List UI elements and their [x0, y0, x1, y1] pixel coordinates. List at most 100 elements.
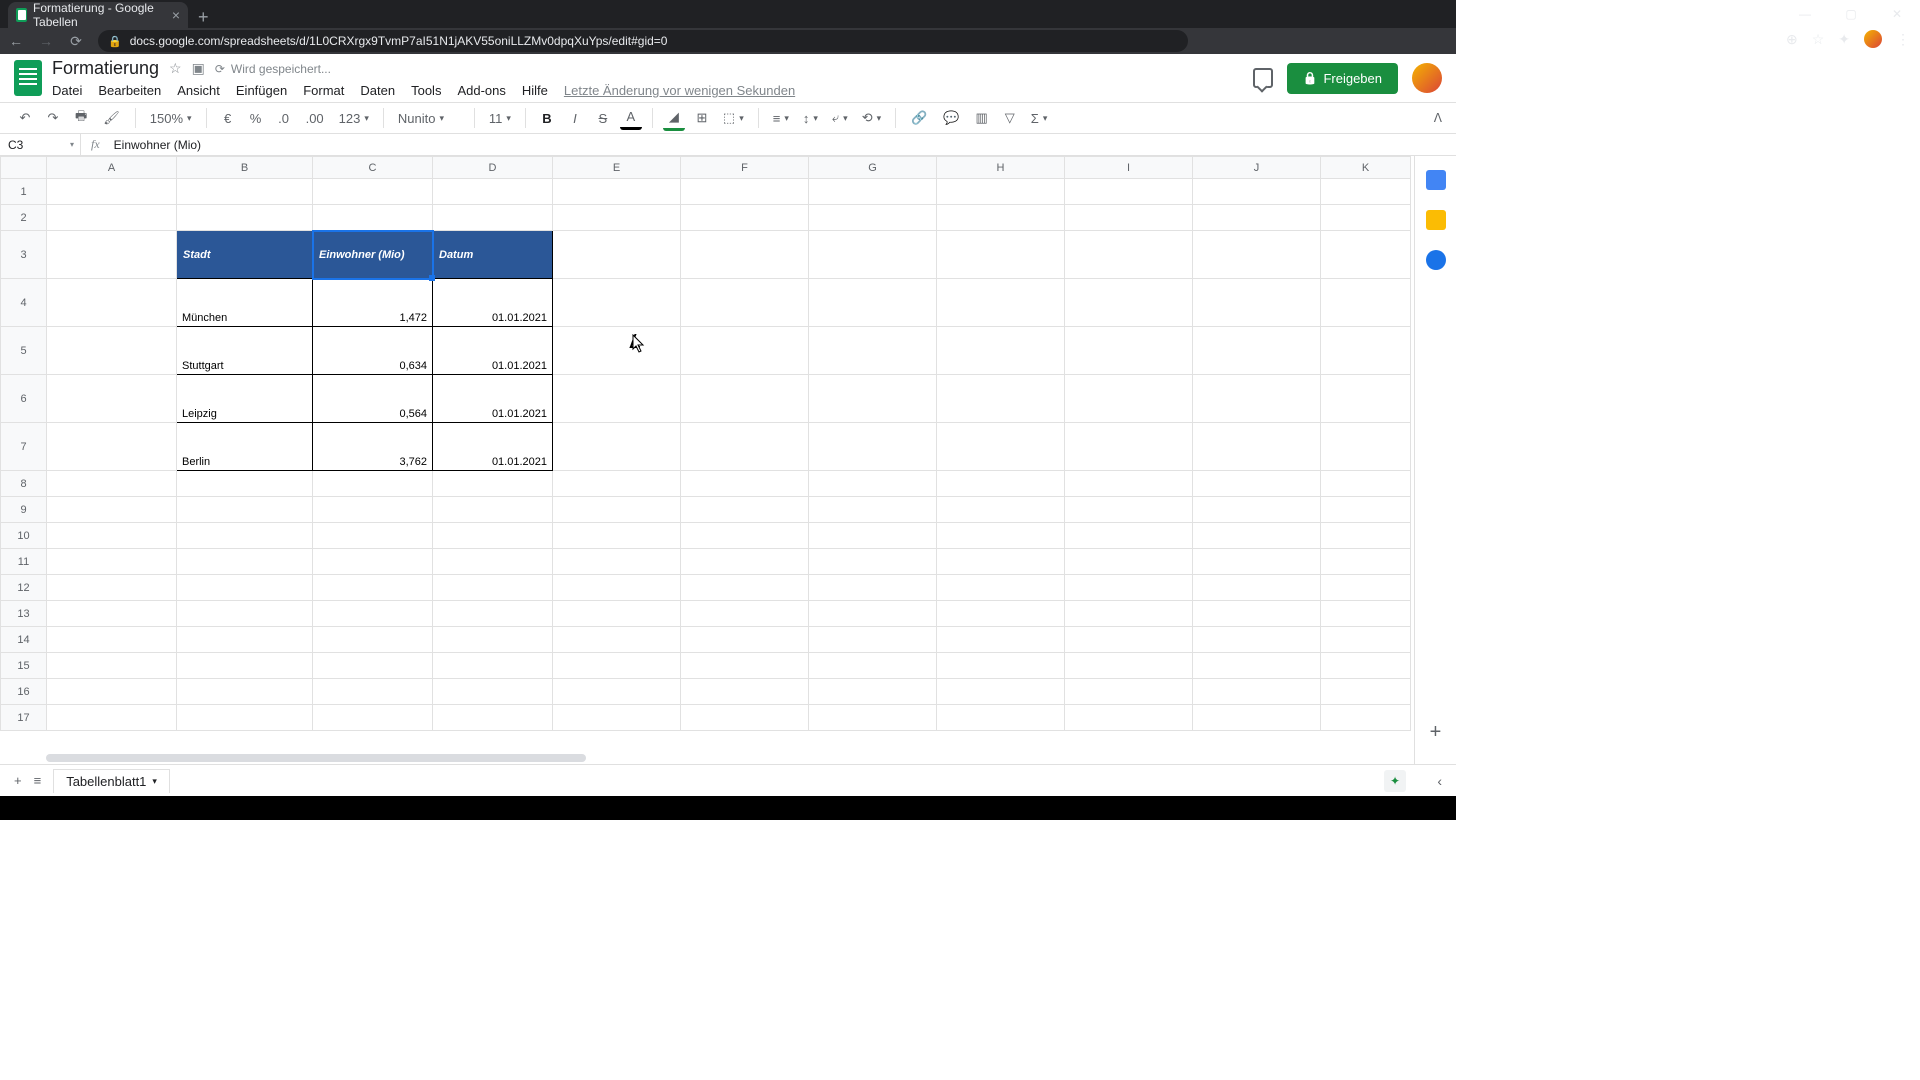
insert-link-button[interactable]: 🔗 — [906, 107, 932, 129]
sheet-tab[interactable]: Tabellenblatt1 — [53, 769, 170, 793]
menu-format[interactable]: Format — [303, 83, 344, 98]
functions-button[interactable]: Σ — [1027, 109, 1052, 128]
col-header[interactable]: A — [47, 157, 177, 179]
col-header[interactable]: E — [553, 157, 681, 179]
row-header[interactable]: 11 — [1, 549, 47, 575]
share-button[interactable]: Freigeben — [1287, 63, 1399, 94]
more-formats-select[interactable]: 123 — [335, 109, 373, 128]
font-select[interactable]: Nunito — [394, 109, 464, 128]
row-header[interactable]: 5 — [1, 327, 47, 375]
decrease-decimal-button[interactable]: .0 — [273, 107, 295, 129]
row-header[interactable]: 12 — [1, 575, 47, 601]
table-cell[interactable]: 3,762 — [313, 423, 433, 471]
window-maximize-button[interactable]: ▢ — [1828, 0, 1874, 28]
sheets-logo[interactable] — [14, 60, 42, 96]
table-cell[interactable]: Stuttgart — [177, 327, 313, 375]
browser-tab[interactable]: Formatierung - Google Tabellen × — [8, 2, 188, 28]
account-avatar[interactable] — [1412, 63, 1442, 93]
star-icon[interactable]: ☆ — [169, 60, 182, 77]
nav-back-button[interactable]: ← — [8, 33, 24, 49]
row-header[interactable]: 17 — [1, 705, 47, 731]
last-edit-link[interactable]: Letzte Änderung vor wenigen Sekunden — [564, 83, 795, 98]
table-header-cell[interactable]: Stadt — [177, 231, 313, 279]
col-header[interactable]: I — [1065, 157, 1193, 179]
redo-button[interactable]: ↷ — [42, 107, 64, 129]
strikethrough-button[interactable]: S — [592, 107, 614, 129]
menu-edit[interactable]: Bearbeiten — [98, 83, 161, 98]
explore-button[interactable] — [1384, 770, 1406, 792]
row-header[interactable]: 6 — [1, 375, 47, 423]
new-tab-button[interactable]: + — [188, 7, 219, 28]
col-header[interactable]: J — [1193, 157, 1321, 179]
close-tab-icon[interactable]: × — [172, 7, 180, 23]
insert-comment-button[interactable]: 💬 — [938, 107, 964, 129]
move-icon[interactable]: ▣ — [192, 60, 205, 77]
text-color-button[interactable]: A — [620, 106, 642, 130]
table-cell[interactable]: 0,634 — [313, 327, 433, 375]
menu-insert[interactable]: Einfügen — [236, 83, 287, 98]
wrap-button[interactable]: ⤶ — [828, 108, 852, 128]
col-header[interactable]: C — [313, 157, 433, 179]
window-minimize-button[interactable]: — — [1782, 0, 1828, 28]
bold-button[interactable]: B — [536, 107, 558, 129]
col-header[interactable]: H — [937, 157, 1065, 179]
v-align-button[interactable]: ↕ — [799, 109, 822, 128]
doc-title[interactable]: Formatierung — [52, 58, 159, 79]
increase-decimal-button[interactable]: .00 — [301, 107, 329, 129]
spreadsheet-grid[interactable]: A B C D E F G H I J K 1 2 3 Stadt Einwoh… — [0, 156, 1456, 764]
table-cell[interactable]: 0,564 — [313, 375, 433, 423]
comments-icon[interactable] — [1253, 68, 1273, 88]
col-header[interactable]: K — [1321, 157, 1411, 179]
undo-button[interactable]: ↶ — [14, 107, 36, 129]
horizontal-scrollbar[interactable] — [46, 754, 586, 762]
nav-reload-button[interactable]: ⟳ — [68, 33, 84, 49]
table-cell[interactable]: 01.01.2021 — [433, 327, 553, 375]
row-header[interactable]: 16 — [1, 679, 47, 705]
row-header[interactable]: 9 — [1, 497, 47, 523]
table-cell[interactable]: 01.01.2021 — [433, 375, 553, 423]
address-bar[interactable]: 🔒 docs.google.com/spreadsheets/d/1L0CRXr… — [98, 30, 1188, 52]
bookmark-star-icon[interactable]: ☆ — [1812, 31, 1825, 48]
print-button[interactable]: 🖶 — [70, 104, 92, 132]
row-header[interactable]: 2 — [1, 205, 47, 231]
menu-help[interactable]: Hilfe — [522, 83, 548, 98]
select-all-corner[interactable] — [1, 157, 47, 179]
browser-menu-icon[interactable]: ⋮ — [1896, 31, 1910, 48]
row-header[interactable]: 1 — [1, 179, 47, 205]
window-close-button[interactable]: ✕ — [1874, 0, 1920, 28]
table-cell[interactable]: Berlin — [177, 423, 313, 471]
table-header-cell[interactable]: Datum — [433, 231, 553, 279]
table-cell[interactable]: 1,472 — [313, 279, 433, 327]
table-cell[interactable]: Leipzig — [177, 375, 313, 423]
row-header[interactable]: 13 — [1, 601, 47, 627]
add-addon-icon[interactable]: + — [1430, 721, 1442, 744]
table-cell[interactable]: 01.01.2021 — [433, 279, 553, 327]
profile-avatar[interactable] — [1864, 30, 1882, 48]
col-header[interactable]: F — [681, 157, 809, 179]
borders-button[interactable]: ⊞ — [691, 107, 713, 129]
row-header[interactable]: 10 — [1, 523, 47, 549]
all-sheets-button[interactable]: ≡ — [34, 773, 42, 788]
tasks-icon[interactable] — [1426, 250, 1446, 270]
paint-format-button[interactable]: 🖌 — [98, 107, 125, 129]
row-header[interactable]: 7 — [1, 423, 47, 471]
extensions-icon[interactable]: ✦ — [1838, 31, 1850, 48]
menu-view[interactable]: Ansicht — [177, 83, 220, 98]
menu-addons[interactable]: Add-ons — [457, 83, 505, 98]
menu-file[interactable]: Datei — [52, 83, 82, 98]
row-header[interactable]: 14 — [1, 627, 47, 653]
italic-button[interactable]: I — [564, 107, 586, 129]
formula-input[interactable]: Einwohner (Mio) — [110, 138, 1456, 152]
insert-chart-button[interactable]: ▥ — [971, 107, 993, 129]
name-box[interactable]: C3 — [0, 138, 80, 152]
row-header[interactable]: 15 — [1, 653, 47, 679]
col-header[interactable]: G — [809, 157, 937, 179]
rotate-button[interactable]: ⟲ — [858, 108, 885, 128]
calendar-icon[interactable] — [1426, 170, 1446, 190]
keep-icon[interactable] — [1426, 210, 1446, 230]
col-header[interactable]: D — [433, 157, 553, 179]
fill-color-button[interactable]: ◢ — [663, 106, 685, 131]
nav-forward-button[interactable]: → — [38, 33, 54, 49]
zoom-select[interactable]: 150% — [146, 109, 196, 128]
collapse-toolbar-button[interactable]: ᐱ — [1434, 111, 1442, 125]
